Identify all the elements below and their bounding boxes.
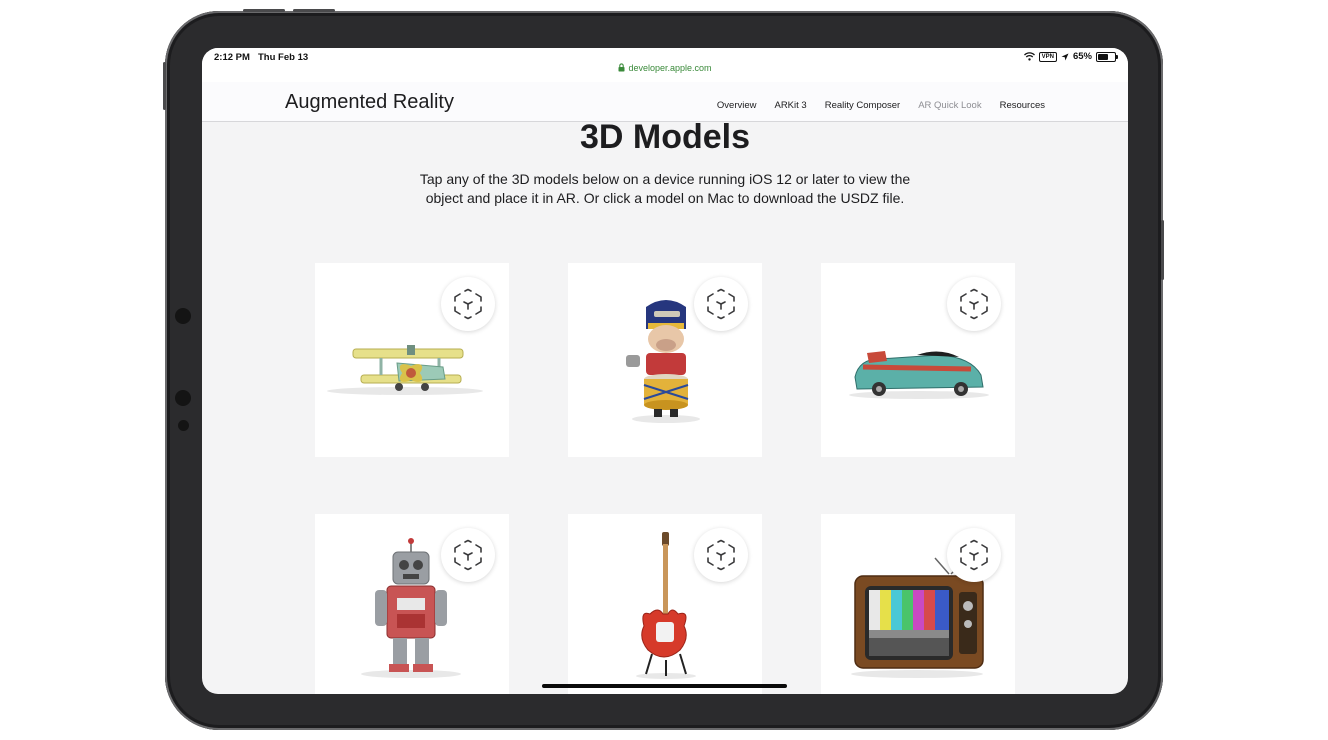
ar-cube-icon — [454, 288, 482, 320]
ar-cube-icon — [707, 539, 735, 571]
nav-brand[interactable]: Augmented Reality — [285, 91, 454, 114]
wifi-icon — [1023, 52, 1035, 61]
model-card-rocket-car[interactable] — [821, 263, 1015, 457]
nav-link-ar-quick-look[interactable]: AR Quick Look — [918, 100, 981, 111]
ar-cube-icon — [960, 539, 988, 571]
ar-quick-look-badge[interactable] — [441, 528, 495, 582]
status-bar: 2:12 PM Thu Feb 13 developer.apple.com V… — [202, 48, 1128, 82]
nav-link-overview[interactable]: Overview — [717, 100, 757, 111]
nav-link-resources[interactable]: Resources — [1000, 100, 1045, 111]
location-arrow-icon — [1061, 53, 1069, 60]
lock-icon — [618, 63, 625, 72]
page-title: 3D Models — [579, 118, 751, 156]
battery-fill — [1098, 53, 1109, 60]
battery-percent: 65% — [1072, 51, 1092, 62]
model-card-biplane[interactable] — [315, 263, 509, 457]
side-button — [1161, 220, 1164, 280]
ar-cube-icon — [707, 288, 735, 320]
url-text: developer.apple.com — [628, 63, 712, 73]
screen: 2:12 PM Thu Feb 13 developer.apple.com V… — [202, 48, 1128, 694]
status-indicators: VPN 65% — [1023, 51, 1118, 62]
status-date: Thu Feb 13 — [258, 52, 309, 63]
ar-quick-look-badge[interactable] — [694, 277, 748, 331]
model-card-robot[interactable] — [315, 514, 509, 694]
top-button-2 — [293, 9, 335, 12]
home-indicator[interactable] — [542, 684, 787, 688]
ar-quick-look-badge[interactable] — [441, 277, 495, 331]
ar-quick-look-badge[interactable] — [694, 528, 748, 582]
sensor-dot — [175, 390, 191, 406]
sensor-dot-small — [178, 420, 189, 431]
address-bar[interactable]: developer.apple.com — [202, 63, 1128, 73]
camera-dot — [175, 308, 191, 324]
ar-quick-look-badge[interactable] — [947, 528, 1001, 582]
model-card-guitar[interactable] — [568, 514, 762, 694]
nav-link-reality-composer[interactable]: Reality Composer — [825, 100, 901, 111]
battery-icon — [1096, 51, 1118, 62]
status-time: 2:12 PM — [214, 52, 250, 63]
main-content: 3D Models Tap any of the 3D models below… — [202, 118, 1128, 694]
model-card-tv[interactable] — [821, 514, 1015, 694]
ar-quick-look-badge[interactable] — [947, 277, 1001, 331]
ar-cube-icon — [960, 288, 988, 320]
top-button-1 — [243, 9, 285, 12]
volume-button — [163, 62, 166, 110]
local-nav: Augmented Reality Overview ARKit 3 Reali… — [202, 82, 1128, 122]
model-card-drummer[interactable] — [568, 263, 762, 457]
vpn-badge: VPN — [1038, 51, 1057, 62]
nav-link-arkit-3[interactable]: ARKit 3 — [774, 100, 806, 111]
nav-links: Overview ARKit 3 Reality Composer AR Qui… — [717, 100, 1045, 111]
page-description: Tap any of the 3D models below on a devi… — [419, 171, 911, 206]
ar-cube-icon — [454, 539, 482, 571]
